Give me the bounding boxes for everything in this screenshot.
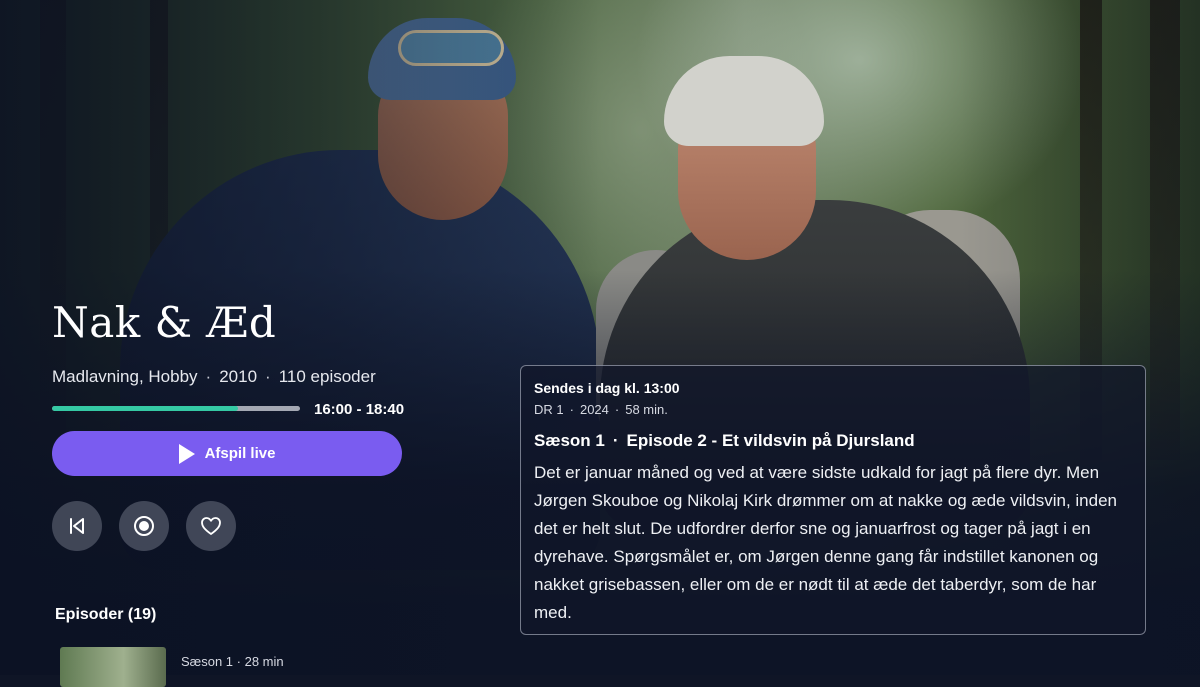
restart-button[interactable] [52,501,102,551]
meta-separator: · [205,367,212,386]
airing-time: Sendes i dag kl. 13:00 [534,380,680,396]
meta-separator: · [265,367,271,386]
episode-meta: DR 1 · 2024 · 58 min. [534,402,1131,417]
play-live-label: Afspil live [204,445,276,462]
broadcast-time-range: 16:00 - 18:40 [314,401,405,418]
show-genres: Madlavning, Hobby [52,367,198,386]
show-episode-count: 110 episoder [278,367,376,386]
season-label: Sæson 1 [534,431,605,450]
episode-label: Episode 2 - Et vildsvin på Djursland [626,431,915,450]
record-icon [134,516,154,536]
episode-thumbnail[interactable] [60,647,166,687]
play-live-button[interactable]: Afspil live [52,431,402,476]
episode-description: Det er januar måned og ved at være sidst… [534,463,1117,622]
show-title: Nak & Æd [52,298,277,347]
episodes-heading: Episoder (19) [55,606,157,623]
episode-duration: 58 min. [625,402,668,417]
meta-separator: · [569,402,574,417]
live-progress-fill [52,406,238,411]
heart-icon [201,517,221,535]
restart-icon [70,518,84,534]
title-separator: · [612,431,619,450]
episode-year: 2024 [579,402,609,417]
show-meta: Madlavning, Hobby · 2010 · 110 episoder [52,367,376,387]
record-button[interactable] [119,501,169,551]
channel: DR 1 [534,402,564,417]
favorite-button[interactable] [186,501,236,551]
meta-separator: · [614,402,620,417]
episode-item-meta: Sæson 1 · 28 min [181,654,284,669]
play-icon [178,443,195,464]
episode-title: Sæson 1 · Episode 2 - Et vildsvin på Dju… [534,431,1131,451]
live-progress-bar [52,406,300,411]
show-year: 2010 [219,367,258,386]
episode-details-card: Sendes i dag kl. 13:00 DR 1 · 2024 · 58 … [520,365,1146,635]
